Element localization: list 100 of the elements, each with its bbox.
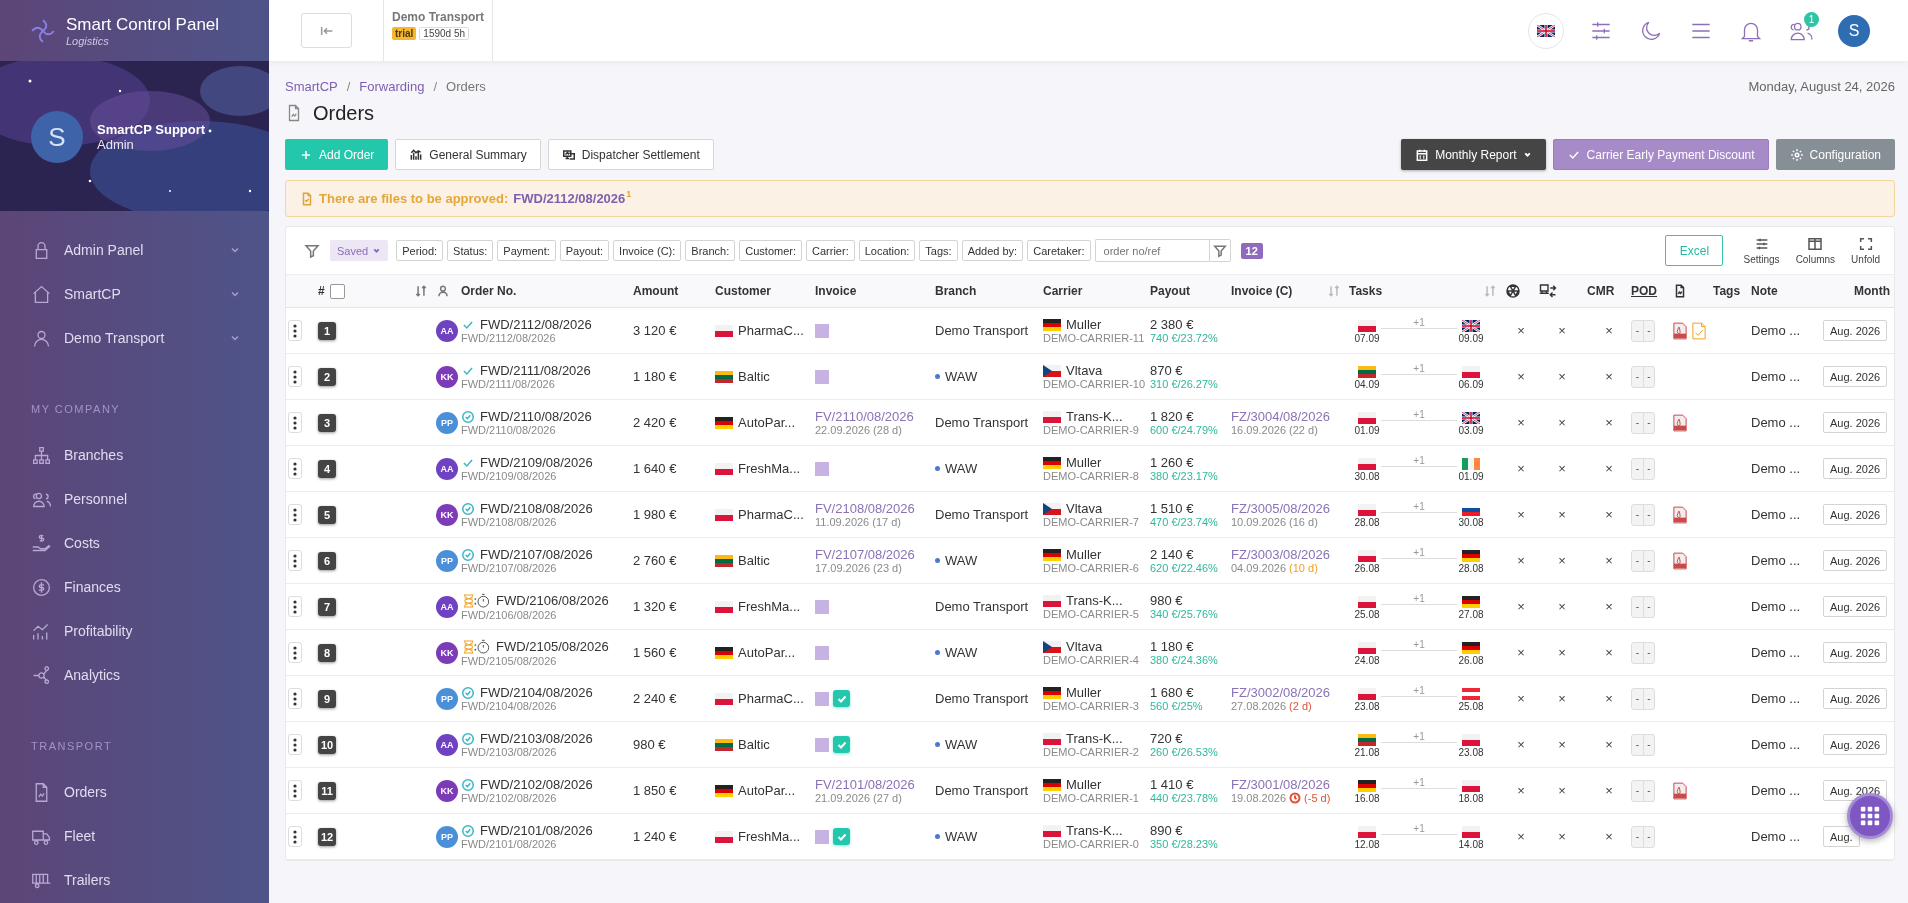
filter-chip[interactable]: Branch: [685,240,736,261]
carrier-name[interactable]: Trans-K... [1066,823,1123,838]
order-number[interactable]: FWD/2102/08/2026 [480,777,593,792]
approved-checkbox[interactable] [833,690,850,707]
filter-chip[interactable]: Invoice (C): [613,240,682,261]
pdf-icon[interactable] [1673,781,1687,800]
invoice-draft-marker[interactable] [815,645,829,660]
row-menu-button[interactable] [288,688,302,709]
carrier-name[interactable]: Muller [1066,317,1102,332]
invoice-draft-marker[interactable] [815,691,829,706]
customer-name[interactable]: AutoPar... [738,415,796,430]
invoice-link[interactable]: FZ/3005/08/2026 [1231,501,1331,516]
breadcrumb-link[interactable]: Orders [446,78,486,94]
order-number[interactable]: FWD/2103/08/2026 [480,731,593,746]
pod-toggle[interactable]: - [1643,366,1654,387]
action-button[interactable]: Dispatcher Settlement [547,139,714,170]
carrier-name[interactable]: Vltava [1066,501,1103,516]
pdf-icon[interactable] [1673,321,1687,340]
pod-toggle[interactable]: - [1643,688,1654,709]
column-header[interactable]: Note [1751,284,1816,298]
column-header[interactable]: Tasks [1349,284,1383,298]
row-menu-button[interactable] [288,596,302,617]
pod-toggle[interactable]: - [1632,596,1643,617]
invoice-draft-marker[interactable] [815,829,829,844]
carrier-name[interactable]: Trans-K... [1066,409,1123,424]
language-button[interactable] [1528,12,1564,49]
carrier-name[interactable]: Muller [1066,685,1102,700]
filter-chip[interactable]: Tags: [919,240,958,261]
order-number[interactable]: FWD/2111/08/2026 [480,363,591,378]
customer-name[interactable]: PharmaC... [738,323,804,338]
column-header[interactable]: Payout [1150,284,1231,298]
carrier-name[interactable]: Vltava [1066,639,1103,654]
column-header[interactable]: Invoice (C) [1231,284,1293,298]
row-menu-button[interactable] [288,780,302,801]
order-number[interactable]: FWD/2108/08/2026 [480,501,593,516]
invoice-link[interactable]: FV/2110/08/2026 [815,409,914,424]
filter-chip[interactable]: Carrier: [806,240,855,261]
pod-toggle[interactable]: - [1632,504,1643,525]
customer-name[interactable]: Baltic [738,553,770,568]
nav-item[interactable]: Personnel [0,477,269,521]
filter-chip[interactable]: Customer: [739,240,802,261]
select-all-checkbox[interactable] [329,283,345,299]
column-header[interactable]: Amount [633,284,715,298]
customer-name[interactable]: FreshMa... [738,829,801,844]
saved-filter-dropdown[interactable]: Saved [330,240,389,261]
action-button[interactable]: General Summary [395,139,541,170]
pod-toggle[interactable]: - [1632,734,1643,755]
invoice-link[interactable]: FV/2108/08/2026 [815,501,915,516]
carrier-name[interactable]: Trans-K... [1066,593,1123,608]
carrier-name[interactable]: Muller [1066,777,1102,792]
nav-item[interactable]: Fleet [0,814,269,858]
pod-toggle[interactable]: - [1643,550,1654,571]
invoice-link[interactable]: FZ/3002/08/2026 [1231,685,1331,700]
action-button[interactable]: Monthly Report [1401,139,1546,170]
invoice-draft-marker[interactable] [815,369,829,384]
month-button[interactable]: Aug. 2026 [1823,734,1888,755]
pod-toggle[interactable]: - [1643,504,1654,525]
order-number[interactable]: FWD/2110/08/2026 [480,409,592,424]
column-header[interactable]: Carrier [1043,284,1150,298]
column-header[interactable]: Tags [1713,284,1751,298]
row-menu-button[interactable] [288,412,302,433]
invoice-link[interactable]: FZ/3003/08/2026 [1231,547,1331,562]
pod-toggle[interactable]: - [1643,734,1654,755]
month-button[interactable]: Aug. 2026 [1823,320,1888,341]
customer-name[interactable]: PharmaC... [738,691,804,706]
order-number[interactable]: FWD/2109/08/2026 [480,455,593,470]
filter-chip[interactable]: Payout: [559,240,610,261]
customer-name[interactable]: PharmaC... [738,507,804,522]
user-avatar[interactable]: S [1838,14,1870,47]
filter-chip[interactable]: Payment: [497,240,556,261]
customer-name[interactable]: Baltic [738,369,770,384]
month-button[interactable]: Aug. [1823,826,1860,847]
filter-chip[interactable]: Caretaker: [1027,240,1091,261]
pdf-icon[interactable] [1673,551,1687,570]
pod-toggle[interactable]: - [1632,458,1643,479]
search-field[interactable]: order no/ref [1094,239,1209,262]
invoice-link[interactable]: FZ/3001/08/2026 [1231,777,1331,792]
carrier-name[interactable]: Vltava [1066,363,1103,378]
pod-toggle[interactable]: - [1632,366,1643,387]
toolbar-button[interactable]: Settings [1741,236,1782,265]
customer-name[interactable]: FreshMa... [738,599,801,614]
invoice-link[interactable]: FZ/3004/08/2026 [1231,409,1331,424]
nav-item[interactable]: Analytics [0,653,269,697]
customer-name[interactable]: AutoPar... [738,783,796,798]
order-number[interactable]: FWD/2104/08/2026 [480,685,593,700]
nav-item[interactable]: Admin Panel [0,228,269,272]
row-menu-button[interactable] [288,734,302,755]
pod-toggle[interactable]: - [1643,780,1654,801]
sort-icon[interactable] [414,284,428,298]
approved-checkbox[interactable] [833,736,850,753]
row-menu-button[interactable] [288,320,302,341]
month-button[interactable]: Aug. 2026 [1823,504,1888,525]
pod-toggle[interactable]: - [1643,642,1654,663]
toolbar-button[interactable]: Unfold [1849,236,1882,265]
row-menu-button[interactable] [288,366,302,387]
pod-toggle[interactable]: - [1632,412,1643,433]
column-header[interactable]: Order No. [461,284,633,298]
filter-chip[interactable]: Period: [396,240,444,261]
month-button[interactable]: Aug. 2026 [1823,550,1888,571]
order-number[interactable]: FWD/2112/08/2026 [480,317,592,332]
